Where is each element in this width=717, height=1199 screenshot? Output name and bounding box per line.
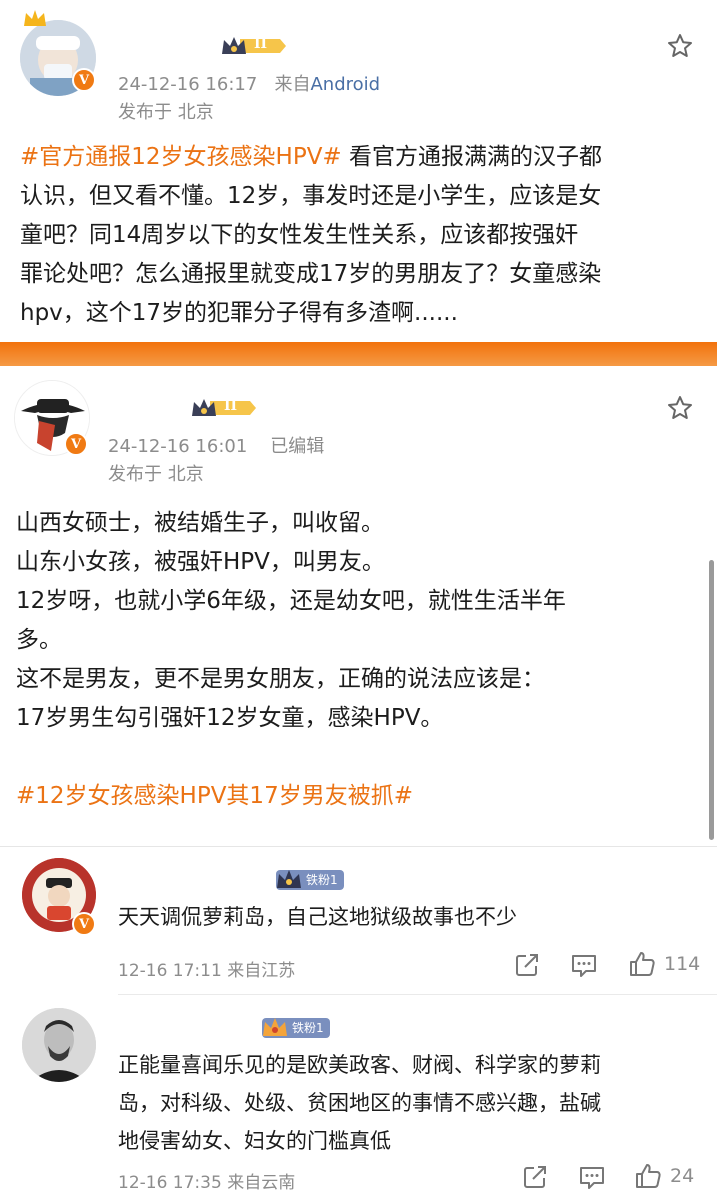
post-text-line: hpv，这个17岁的犯罪分子得有多渣啊......	[20, 300, 458, 326]
member-level-label: II	[224, 398, 238, 414]
verified-icon: V	[72, 912, 96, 936]
post-text-line: 多。	[16, 627, 62, 653]
comment-meta: 12-16 17:35 来自云南	[118, 1173, 296, 1193]
post-meta: 24-12-16 16:01 已编辑	[108, 432, 324, 458]
post-text-line: 17岁男生勾引强奸12岁女童，感染HPV。	[16, 705, 444, 731]
like-icon	[630, 952, 655, 976]
post-location: 发布于 北京	[108, 464, 204, 485]
comment-text-line: 正能量喜闻乐见的是欧美政客、财阀、科学家的萝莉	[118, 1053, 601, 1077]
comment-item: V 铁粉1 天天调侃萝莉岛，自己这地狱级故事也不少 12-16 17:11 来自…	[0, 846, 717, 994]
comment-text-line: 天天调侃萝莉岛，自己这地狱级故事也不少	[118, 905, 517, 929]
post-card-2: V II 24-12-16 16:01 已编辑 发布于 北京 山西女硕士，被结婚…	[0, 366, 717, 846]
comment-item: 铁粉1 正能量喜闻乐见的是欧美政客、财阀、科学家的萝莉 岛，对科级、处级、贫困地…	[0, 994, 717, 1199]
comment-icon	[580, 1167, 604, 1189]
comment-meta: 12-16 17:11 来自江苏	[118, 961, 296, 981]
source-link[interactable]: Android	[310, 74, 380, 95]
fan-badge-label: 铁粉1	[306, 873, 338, 887]
fan-badge[interactable]: 铁粉1	[276, 870, 344, 890]
like-icon	[636, 1164, 661, 1188]
hashtag-link[interactable]: #官方通报12岁女孩感染HPV#	[20, 144, 342, 170]
post-body: #官方通报12岁女孩感染HPV# 看官方通报满满的汉子都 认识，但又看不懂。12…	[20, 138, 710, 333]
share-button[interactable]	[522, 1164, 548, 1190]
post-location: 发布于 北京	[118, 102, 214, 123]
scrollbar[interactable]	[709, 560, 714, 840]
star-icon[interactable]	[666, 32, 694, 60]
post-text-line: 看官方通报满满的汉子都	[349, 144, 603, 170]
post-card-1: V II 24-12-16 16:17 来自Android 发布于 北京 #官方…	[0, 0, 717, 342]
post-text-line: 认识，但又看不懂。12岁，事发时还是小学生，应该是女	[20, 183, 602, 209]
fan-badge[interactable]: 铁粉1	[262, 1018, 330, 1038]
comment-text-line: 岛，对科级、处级、贫困地区的事情不感兴趣，盐碱	[118, 1091, 601, 1115]
member-level-label: II	[254, 36, 268, 52]
star-icon[interactable]	[666, 394, 694, 422]
post-text-line: 这不是男友，更不是男女朋友，正确的说法应该是：	[16, 666, 545, 692]
share-button[interactable]	[514, 952, 540, 978]
comment-text: 天天调侃萝莉岛，自己这地狱级故事也不少	[118, 898, 708, 936]
post-text-line: 12岁呀，也就小学6年级，还是幼女吧，就性生活半年	[16, 588, 566, 614]
hashtag-link[interactable]: #12岁女孩感染HPV其17岁男友被抓#	[16, 777, 706, 816]
source-prefix: 来自	[274, 74, 311, 95]
share-icon	[516, 954, 538, 976]
comment-icon	[572, 955, 596, 977]
like-button[interactable]: 24	[634, 1162, 694, 1190]
like-button[interactable]: 114	[628, 950, 700, 978]
crown-icon	[24, 10, 46, 26]
comment-text-line: 地侵害幼女、妇女的门槛真低	[118, 1129, 391, 1153]
post-date: 24-12-16 16:17	[118, 74, 258, 95]
avatar-image	[22, 1008, 96, 1082]
crown-icon	[263, 1018, 287, 1036]
post-text-line: 罪论处吧？怎么通报里就变成17岁的男朋友了？女童感染	[20, 261, 602, 287]
like-count: 24	[670, 1165, 695, 1187]
post-text-line: 山东小女孩，被强奸HPV，叫男友。	[16, 549, 385, 575]
crown-icon	[277, 870, 301, 888]
member-level-badge[interactable]: II	[190, 396, 258, 420]
edited-label[interactable]: 已编辑	[270, 436, 324, 457]
post-meta: 24-12-16 16:17 来自Android	[118, 70, 380, 96]
verified-icon: V	[72, 68, 96, 92]
commenter-avatar[interactable]	[22, 1008, 96, 1082]
section-divider	[0, 342, 717, 366]
reply-button[interactable]	[578, 1164, 606, 1190]
reply-button[interactable]	[570, 952, 598, 978]
post-text-line: 童吧？同14周岁以下的女性发生性关系，应该都按强奸	[20, 222, 579, 248]
fan-badge-label: 铁粉1	[292, 1021, 324, 1035]
post-text-line: 山西女硕士，被结婚生子，叫收留。	[16, 510, 384, 536]
share-icon	[524, 1166, 546, 1188]
post-date: 24-12-16 16:01	[108, 436, 248, 457]
member-level-badge[interactable]: II	[220, 34, 288, 58]
like-count: 114	[664, 953, 701, 975]
verified-icon: V	[64, 432, 88, 456]
comment-text: 正能量喜闻乐见的是欧美政客、财阀、科学家的萝莉 岛，对科级、处级、贫困地区的事情…	[118, 1046, 708, 1160]
post-body: 山西女硕士，被结婚生子，叫收留。 山东小女孩，被强奸HPV，叫男友。 12岁呀，…	[16, 504, 706, 816]
